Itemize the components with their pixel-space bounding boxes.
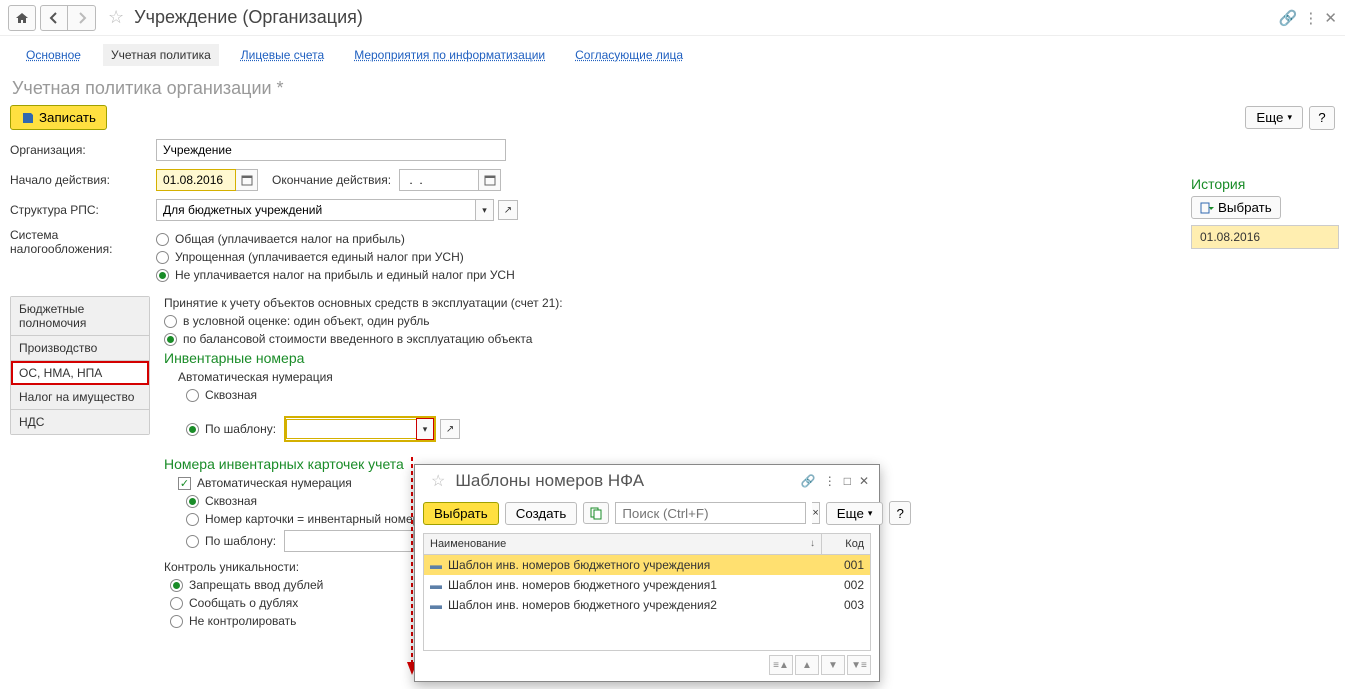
tab-policy[interactable]: Учетная политика <box>103 44 219 66</box>
org-label: Организация: <box>10 143 156 157</box>
popup-help-button[interactable]: ? <box>889 501 910 525</box>
inv-template-open-icon[interactable]: ↗ <box>440 419 460 439</box>
templates-popup: ☆ Шаблоны номеров НФА 🔗 ⋮ □ ✕ Выбрать Со… <box>414 464 880 682</box>
leftnav-vat[interactable]: НДС <box>11 410 149 434</box>
page-title: Учреждение (Организация) <box>134 7 363 28</box>
tax-none-radio[interactable] <box>156 269 169 282</box>
tax-simplified-radio[interactable] <box>156 251 169 264</box>
col-code-header[interactable]: Код <box>822 534 870 554</box>
more-button[interactable]: Еще ▾ <box>1245 106 1303 129</box>
leftnav-property[interactable]: Налог на имущество <box>11 385 149 410</box>
os-heading: Принятие к учету объектов основных средс… <box>164 296 1327 310</box>
leftnav-budget[interactable]: Бюджетные полномочия <box>11 297 149 336</box>
section-title: Учетная политика организации * <box>0 72 1345 101</box>
inv-title: Инвентарные номера <box>164 350 1327 366</box>
cards-tmpl-radio[interactable] <box>186 535 199 548</box>
start-date-input[interactable] <box>156 169 236 191</box>
rps-open-icon[interactable]: ↗ <box>498 200 518 220</box>
tab-approvers[interactable]: Согласующие лица <box>567 44 691 66</box>
history-item[interactable]: 01.08.2016 <box>1192 226 1338 248</box>
table-row[interactable]: ▬Шаблон инв. номеров бюджетного учрежден… <box>424 595 870 615</box>
sort-icon: ↓ <box>810 538 815 549</box>
cards-through-radio[interactable] <box>186 495 199 508</box>
nav-down-icon[interactable]: ▼ <box>821 655 845 675</box>
start-date-calendar-icon[interactable] <box>236 169 258 191</box>
nav-up-icon[interactable]: ▲ <box>795 655 819 675</box>
ctrl-forbid-radio[interactable] <box>170 579 183 592</box>
tax-general-radio[interactable] <box>156 233 169 246</box>
os-opt1-radio[interactable] <box>164 315 177 328</box>
rps-select[interactable] <box>156 199 476 221</box>
end-date-calendar-icon[interactable] <box>479 169 501 191</box>
table-row[interactable]: ▬Шаблон инв. номеров бюджетного учрежден… <box>424 555 870 575</box>
ctrl-warn-radio[interactable] <box>170 597 183 610</box>
home-button[interactable] <box>8 5 36 31</box>
close-icon[interactable]: ✕ <box>1324 9 1337 27</box>
cards-eq-radio[interactable] <box>186 513 199 526</box>
ctrl-none-radio[interactable] <box>170 615 183 628</box>
forward-button[interactable] <box>68 5 96 31</box>
cards-auto-check[interactable]: ✓ <box>178 477 191 490</box>
popup-title: Шаблоны номеров НФА <box>455 471 644 491</box>
left-nav: Бюджетные полномочия Производство ОС, НМ… <box>10 296 150 435</box>
save-button-label: Записать <box>39 110 96 125</box>
col-name-header[interactable]: Наименование↓ <box>424 534 822 554</box>
tab-accounts[interactable]: Лицевые счета <box>233 44 332 66</box>
table-row[interactable]: ▬Шаблон инв. номеров бюджетного учрежден… <box>424 575 870 595</box>
popup-select-button[interactable]: Выбрать <box>423 502 499 525</box>
popup-more-button[interactable]: Еще▾ <box>826 502 884 525</box>
nav-first-icon[interactable]: ≡▲ <box>769 655 793 675</box>
rps-dropdown-icon[interactable]: ▾ <box>476 199 494 221</box>
popup-link-icon[interactable]: 🔗 <box>801 474 816 488</box>
leftnav-production[interactable]: Производство <box>11 336 149 361</box>
cards-tmpl-input[interactable] <box>284 530 414 552</box>
history-title: История <box>1191 176 1339 192</box>
tab-main[interactable]: Основное <box>18 44 89 66</box>
rps-label: Структура РПС: <box>10 203 156 217</box>
inv-template-radio[interactable] <box>186 423 199 436</box>
history-pane: История Выбрать 01.08.2016 <box>1191 176 1339 249</box>
end-date-label: Окончание действия: <box>272 173 391 187</box>
popup-star-icon[interactable]: ☆ <box>431 471 445 491</box>
nav-last-icon[interactable]: ▼≡ <box>847 655 871 675</box>
popup-maximize-icon[interactable]: □ <box>844 474 851 488</box>
tab-events[interactable]: Мероприятия по информатизации <box>346 44 553 66</box>
save-button[interactable]: Записать <box>10 105 107 130</box>
end-date-input[interactable] <box>399 169 479 191</box>
inv-template-dropdown-icon[interactable]: ▾ <box>416 418 434 440</box>
kebab-icon[interactable]: ⋮ <box>1303 9 1318 27</box>
tax-label: Система налогообложения: <box>10 228 156 256</box>
help-button[interactable]: ? <box>1309 106 1335 130</box>
leftnav-os[interactable]: ОС, НМА, НПА <box>11 361 149 385</box>
popup-copy-button[interactable] <box>583 502 609 524</box>
favorite-star-icon[interactable]: ☆ <box>108 7 124 28</box>
popup-search-clear-icon[interactable]: × <box>812 502 819 524</box>
inv-through-radio[interactable] <box>186 389 199 402</box>
org-input[interactable] <box>156 139 506 161</box>
start-date-label: Начало действия: <box>10 173 156 187</box>
link-icon[interactable]: 🔗 <box>1279 9 1298 27</box>
popup-kebab-icon[interactable]: ⋮ <box>824 474 836 488</box>
inv-template-input[interactable] <box>286 419 416 439</box>
nav-tabs: Основное Учетная политика Лицевые счета … <box>0 36 1345 72</box>
back-button[interactable] <box>40 5 68 31</box>
popup-search-input[interactable] <box>615 502 806 524</box>
os-opt2-radio[interactable] <box>164 333 177 346</box>
history-select-button[interactable]: Выбрать <box>1191 196 1281 219</box>
popup-create-button[interactable]: Создать <box>505 502 578 525</box>
popup-close-icon[interactable]: ✕ <box>859 474 869 488</box>
auto-num-label: Автоматическая нумерация <box>178 370 1327 384</box>
